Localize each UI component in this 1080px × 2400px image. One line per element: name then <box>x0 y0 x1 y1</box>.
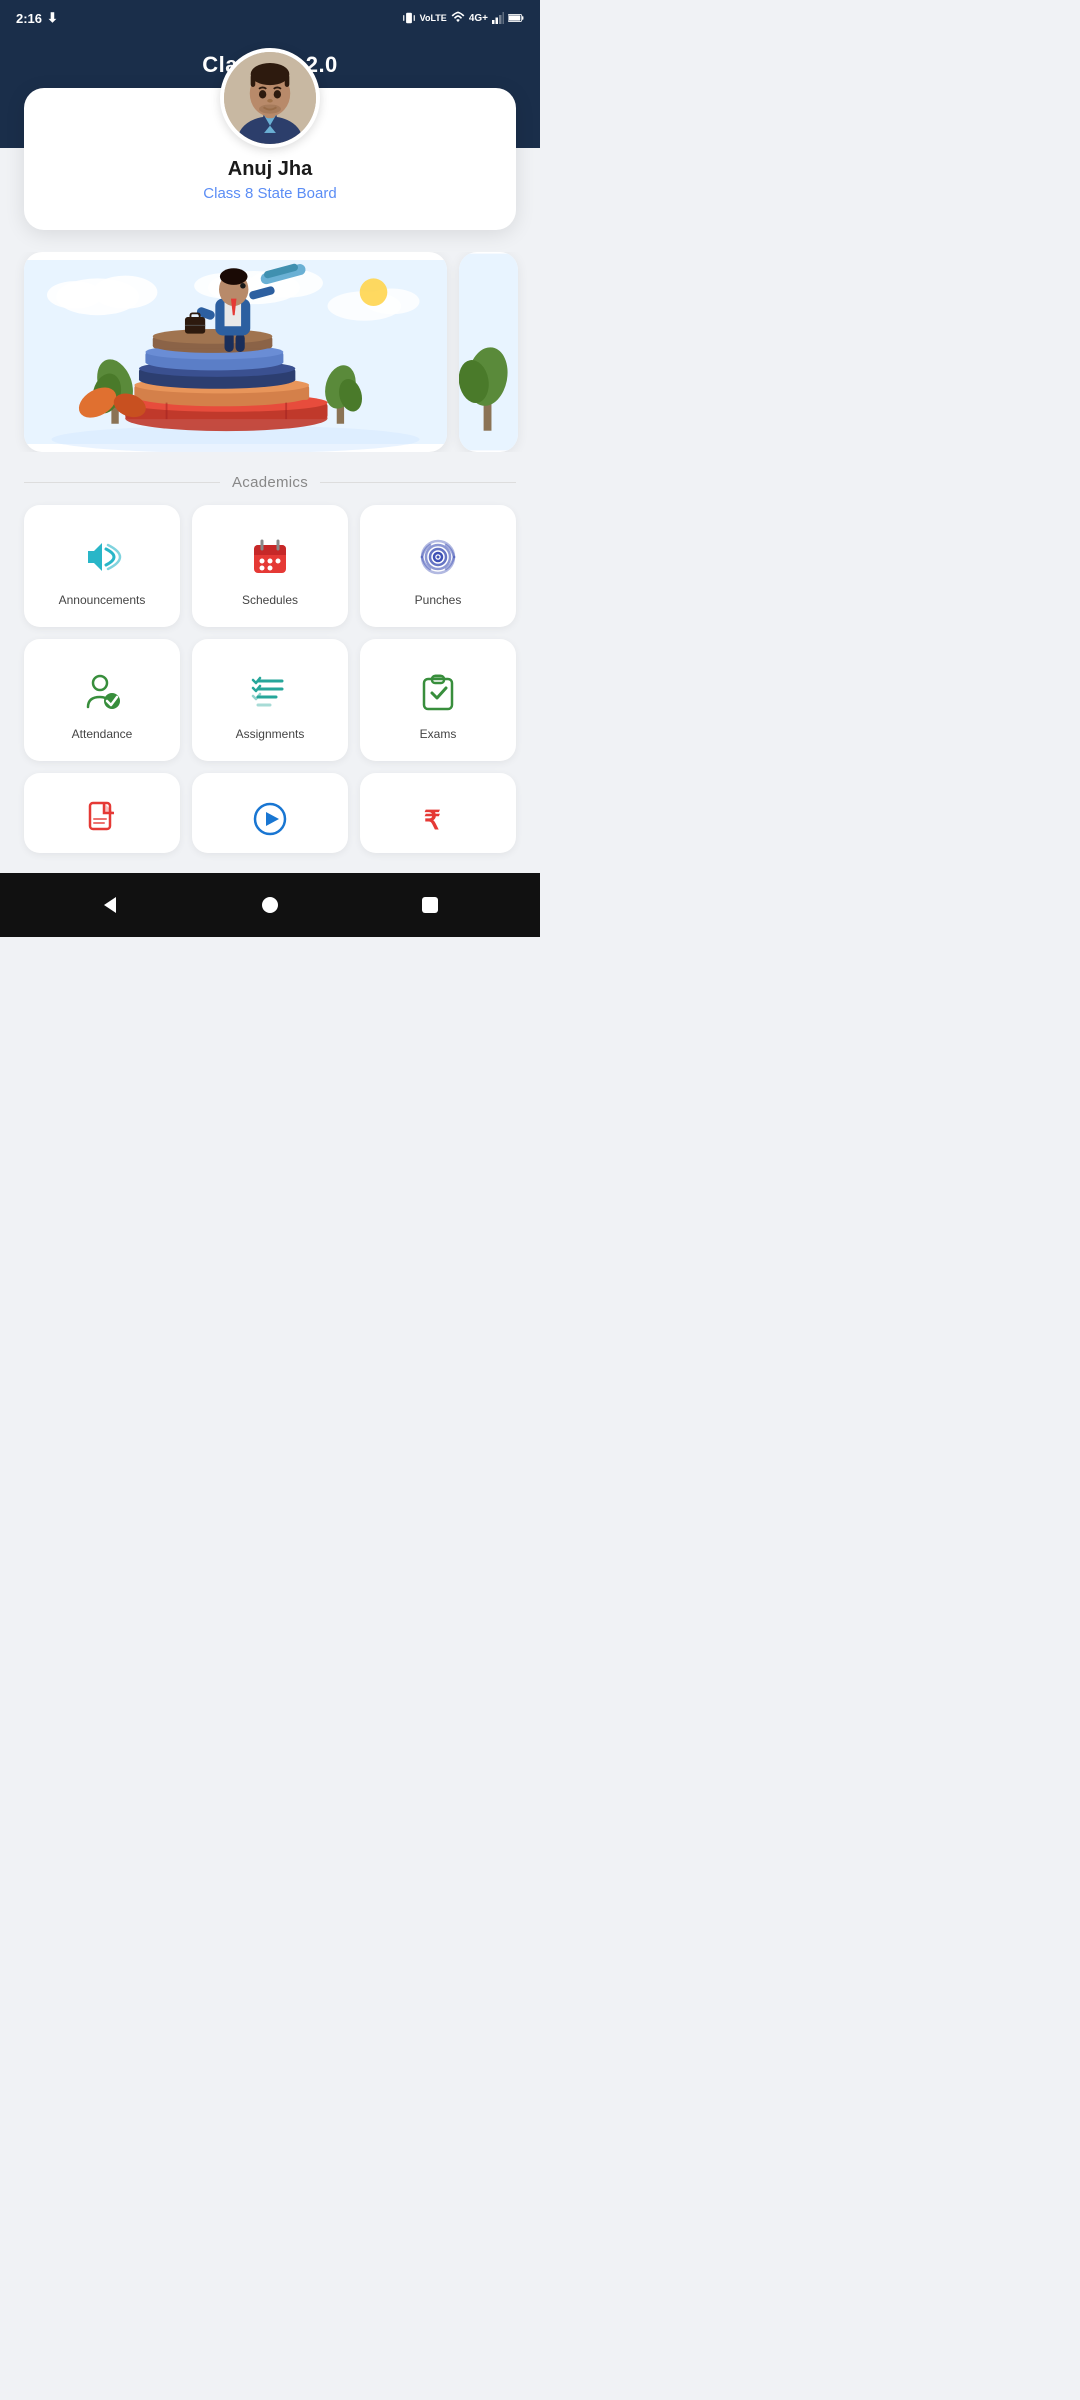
profile-class: Class 8 State Board <box>64 185 476 202</box>
status-left: 2:16 ⬇ <box>16 10 58 26</box>
signal-icon <box>492 11 504 25</box>
announcements-label: Announcements <box>59 593 146 607</box>
partial-grid: ₹ <box>0 761 540 853</box>
divider-left <box>24 482 220 483</box>
profile-card: Anuj Jha Class 8 State Board <box>24 88 516 230</box>
exams-label: Exams <box>420 727 457 741</box>
volte-icon: VoLTE <box>420 13 447 23</box>
announcements-icon <box>78 533 126 581</box>
nav-home-button[interactable] <box>250 885 290 925</box>
bottom-navigation <box>0 873 540 937</box>
grid-item-announcements[interactable]: Announcements <box>24 505 180 627</box>
profile-name: Anuj Jha <box>64 158 476 181</box>
attendance-icon <box>78 667 126 715</box>
download-icon: ⬇ <box>47 10 58 26</box>
divider-right <box>320 482 516 483</box>
exams-icon <box>414 667 462 715</box>
nav-recent-button[interactable] <box>410 885 450 925</box>
avatar-wrapper <box>64 48 476 148</box>
grid-item-exams[interactable]: Exams <box>360 639 516 761</box>
academics-grid: Announcements Schedules <box>0 505 540 761</box>
grid-item-document[interactable] <box>24 773 180 853</box>
assignments-label: Assignments <box>236 727 305 741</box>
nav-back-button[interactable] <box>90 885 130 925</box>
punches-label: Punches <box>415 593 462 607</box>
banner-card-main[interactable] <box>24 252 447 452</box>
attendance-label: Attendance <box>72 727 133 741</box>
banner-container <box>0 252 540 452</box>
grid-item-attendance[interactable]: Attendance <box>24 639 180 761</box>
schedules-label: Schedules <box>242 593 298 607</box>
grid-item-play[interactable] <box>192 773 348 853</box>
punches-icon <box>414 533 462 581</box>
grid-item-rupee[interactable]: ₹ <box>360 773 516 853</box>
avatar <box>220 48 320 148</box>
grid-item-schedules[interactable]: Schedules <box>192 505 348 627</box>
section-title-wrapper: Academics <box>0 452 540 505</box>
status-right: VoLTE 4G+ <box>402 11 524 25</box>
section-title: Academics <box>232 474 308 491</box>
grid-item-punches[interactable]: Punches <box>360 505 516 627</box>
network-icon: 4G+ <box>469 13 488 24</box>
profile-card-wrapper: Anuj Jha Class 8 State Board <box>0 88 540 230</box>
battery-icon <box>508 11 524 25</box>
svg-text:₹: ₹ <box>424 805 441 835</box>
grid-item-assignments[interactable]: Assignments <box>192 639 348 761</box>
assignments-icon <box>246 667 294 715</box>
status-bar: 2:16 ⬇ VoLTE 4G+ <box>0 0 540 36</box>
vibrate-icon <box>402 11 416 25</box>
time: 2:16 <box>16 11 42 26</box>
wifi-icon <box>451 11 465 25</box>
banner-card-secondary[interactable] <box>459 252 518 452</box>
banner-section <box>0 252 540 452</box>
schedules-icon <box>246 533 294 581</box>
